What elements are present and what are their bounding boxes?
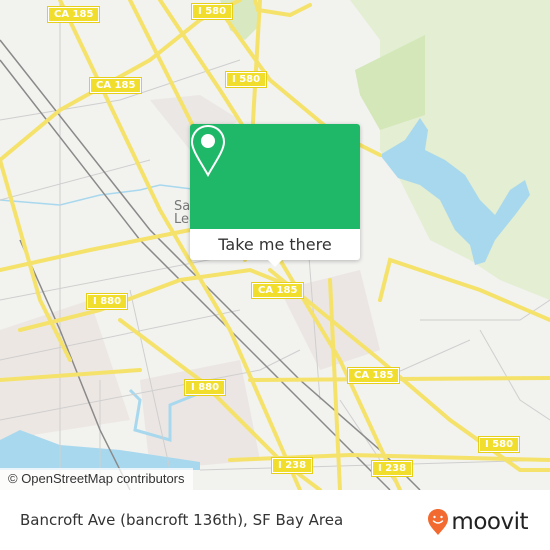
brand-name: moovit — [451, 509, 528, 535]
map[interactable]: CA 185 CA 185 I 580 I 580 I 880 I 880 CA… — [0, 0, 550, 490]
footer: Bancroft Ave (bancroft 136th), SF Bay Ar… — [0, 490, 550, 550]
road-shield-ca185: CA 185 — [250, 282, 305, 299]
location-title: Bancroft Ave (bancroft 136th), SF Bay Ar… — [20, 511, 344, 529]
moovit-pin-icon — [428, 509, 449, 535]
road-shield-ca185: CA 185 — [46, 6, 101, 23]
road-shield-i580: I 580 — [477, 436, 521, 453]
urban-area — [0, 300, 130, 440]
road-shield-i880: I 880 — [183, 379, 227, 396]
location-popup: Take me there — [190, 124, 360, 267]
map-attribution[interactable]: © OpenStreetMap contributors — [0, 468, 193, 490]
park-area — [350, 0, 550, 300]
road-shield-i880: I 880 — [85, 293, 129, 310]
moovit-logo[interactable]: moovit — [427, 508, 528, 536]
road-shield-ca185: CA 185 — [88, 77, 143, 94]
popup-header — [190, 124, 360, 229]
road-shield-i238: I 238 — [370, 460, 414, 477]
road-shield-ca185: CA 185 — [346, 367, 401, 384]
road-shield-i580: I 580 — [190, 3, 234, 20]
road-shield-i580: I 580 — [224, 71, 268, 88]
road-shield-i238: I 238 — [270, 457, 314, 474]
map-pin-icon — [190, 124, 226, 178]
popup-pointer — [266, 258, 284, 267]
take-me-there-button[interactable]: Take me there — [190, 229, 360, 260]
